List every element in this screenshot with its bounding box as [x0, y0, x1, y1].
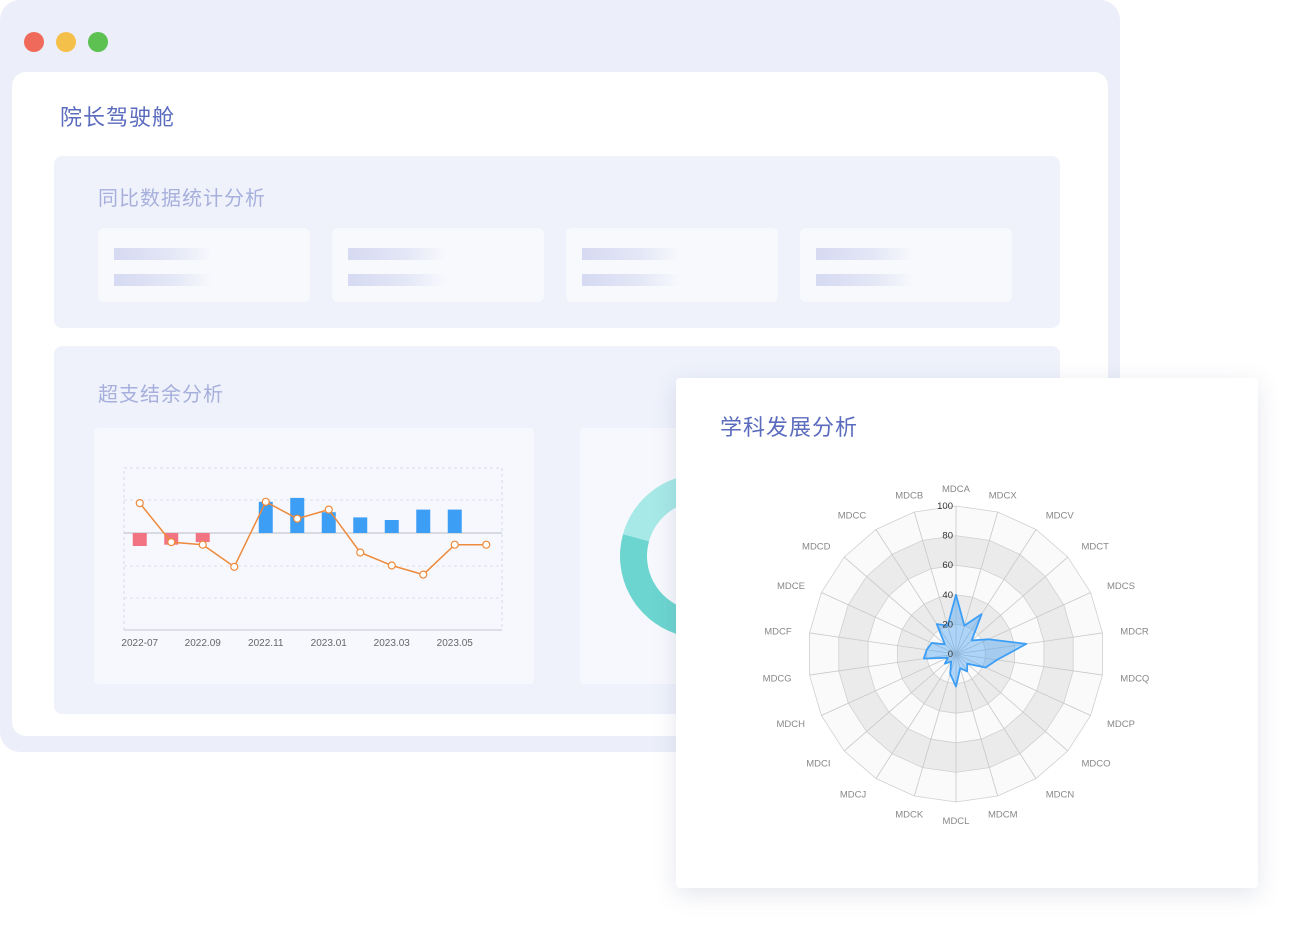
radar-axis-label: MDCD: [802, 541, 831, 552]
stat-card[interactable]: [800, 228, 1012, 302]
minimize-button[interactable]: [56, 32, 76, 52]
bar: [258, 501, 273, 533]
skeleton-line: [816, 248, 914, 260]
skeleton-line: [582, 248, 680, 260]
line-point: [261, 497, 270, 506]
radar-axis-label: MDCB: [895, 491, 923, 502]
line-point: [167, 537, 176, 547]
line-point: [198, 540, 207, 549]
line-point: [450, 540, 459, 549]
x-tick-label: 2023.03: [374, 638, 411, 649]
radar-axis-label: MDCN: [1046, 790, 1075, 801]
radar-axis-label: MDCV: [1046, 510, 1075, 521]
radar-tick-label: 60: [942, 560, 953, 571]
line-point: [387, 561, 396, 570]
maximize-button[interactable]: [88, 32, 108, 52]
skeleton-line: [114, 248, 212, 260]
radar-tick-label: 20: [942, 619, 953, 630]
radar-axis-label: MDCH: [777, 719, 806, 730]
yoy-panel: 同比数据统计分析: [54, 156, 1060, 328]
radar-axis-label: MDCA: [942, 484, 971, 495]
stat-card[interactable]: [566, 228, 778, 302]
donut-slice: [620, 534, 685, 634]
radar-axis-label: MDCL: [943, 816, 970, 827]
radar-axis-label: MDCX: [989, 491, 1018, 502]
plot-frame: [123, 467, 503, 631]
line-point: [356, 548, 365, 557]
bar: [447, 509, 462, 533]
bar: [416, 509, 431, 533]
radar-chart: 0 20 40 60 80 100 MDCA MDCX MDCV MDCT MDCS MDCR MDCQ…: [763, 484, 1150, 827]
skeleton-line: [582, 274, 680, 286]
combo-chart-container: 2022-07 2022.09 2022.11 2023.01 2023.03 2023.…: [94, 428, 534, 684]
radar-tick-label: 80: [942, 531, 953, 542]
radar-axis-label: MDCG: [763, 674, 792, 685]
radar-axis-label: MDCM: [988, 809, 1018, 820]
radar-axis-label: MDCE: [777, 581, 805, 592]
line-point: [324, 505, 333, 514]
bar: [353, 517, 368, 533]
skeleton-line: [348, 274, 446, 286]
radar-tick-label: 0: [948, 649, 953, 660]
bar: [132, 533, 147, 546]
radar-axis-label: MDCK: [895, 809, 924, 820]
line-point: [419, 570, 428, 579]
skeleton-line: [348, 248, 446, 260]
x-tick-label: 2022.09: [185, 638, 222, 649]
x-tick-label: 2023.05: [437, 638, 474, 649]
line-point: [482, 540, 491, 549]
x-tick-label: 2022-07: [121, 638, 158, 649]
line-point: [293, 514, 302, 523]
stat-card[interactable]: [98, 228, 310, 302]
discipline-card: 学科发展分析 0 20 40 60 80 100 MDCA MDCX MDCV MDCT MDCS M…: [676, 378, 1258, 888]
line-point: [230, 562, 239, 571]
skeleton-line: [816, 274, 914, 286]
radar-tick-label: 40: [942, 590, 953, 601]
radar-axis-label: MDCO: [1081, 759, 1110, 770]
radar-axis-label: MDCT: [1081, 541, 1109, 552]
radar-tick-label: 100: [937, 501, 953, 512]
bar: [384, 520, 399, 533]
x-tick-label: 2023.01: [311, 638, 348, 649]
stat-card[interactable]: [332, 228, 544, 302]
overspend-panel-title: 超支结余分析: [98, 382, 224, 406]
x-tick-label: 2022.11: [248, 638, 284, 649]
radar-axis-label: MDCS: [1107, 581, 1135, 592]
radar-axis-label: MDCJ: [840, 790, 867, 801]
skeleton-line: [114, 274, 212, 286]
radar-axis-label: MDCQ: [1120, 674, 1149, 685]
radar-axis-label: MDCC: [838, 510, 867, 521]
radar-axis-label: MDCR: [1120, 626, 1149, 637]
radar-axis-label: MDCP: [1107, 719, 1135, 730]
line-point: [135, 498, 144, 508]
line-series: [139, 500, 487, 576]
yoy-panel-title: 同比数据统计分析: [98, 186, 266, 210]
combo-chart: 2022-07 2022.09 2022.11 2023.01 2023.03 2023.…: [121, 467, 503, 649]
page-title: 院长驾驶舱: [60, 106, 176, 131]
radar-axis-label: MDCF: [764, 626, 792, 637]
close-button[interactable]: [24, 32, 44, 52]
radar-axis-label: MDCI: [806, 759, 830, 770]
